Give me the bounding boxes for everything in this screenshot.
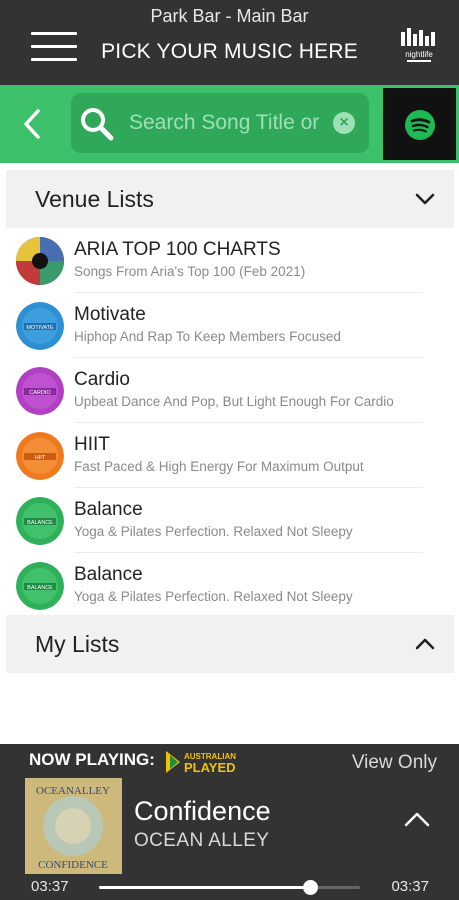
song-title: Confidence — [134, 796, 271, 826]
list-item[interactable]: BALANCE Balance Yoga & Pilates Perfectio… — [0, 488, 459, 553]
search-bar: × — [0, 85, 459, 163]
now-playing-label: NOW PLAYING: — [29, 750, 155, 769]
now-playing-bar: NOW PLAYING: AUSTRALIAN PLAYED View Only… — [0, 744, 459, 900]
venue-lists-header[interactable]: Venue Lists — [6, 170, 454, 228]
playlist-description: Hiphop And Rap To Keep Members Focused — [74, 329, 341, 344]
view-only-label: View Only — [351, 752, 437, 773]
playlist-name: Cardio — [74, 369, 130, 390]
playlist-thumbnail — [16, 237, 64, 285]
chevron-down-icon[interactable] — [414, 190, 436, 208]
search-icon — [79, 106, 115, 142]
list-item[interactable]: BALANCE Balance Yoga & Pilates Perfectio… — [0, 553, 459, 618]
playlist-thumbnail: CARDIO — [16, 367, 64, 415]
page-title: PICK YOUR MUSIC HERE — [101, 40, 358, 63]
search-input[interactable] — [129, 107, 319, 139]
list-item[interactable]: MOTIVATE Motivate Hiphop And Rap To Keep… — [0, 293, 459, 358]
list-item[interactable]: ARIA TOP 100 CHARTS Songs From Aria's To… — [0, 228, 459, 293]
chevron-up-icon[interactable] — [414, 635, 436, 653]
search-box[interactable]: × — [71, 93, 369, 153]
svg-text:BALANCE: BALANCE — [27, 585, 53, 591]
spotify-button[interactable] — [383, 88, 456, 160]
svg-text:BALANCE: BALANCE — [27, 520, 53, 526]
progress-fill — [99, 886, 311, 889]
venue-lists-label: Venue Lists — [35, 186, 154, 212]
playlist-thumbnail: BALANCE — [16, 562, 64, 610]
chevron-up-icon[interactable] — [403, 810, 431, 828]
playlist-description: Songs From Aria's Top 100 (Feb 2021) — [74, 264, 306, 279]
playlist-thumbnail: BALANCE — [16, 497, 64, 545]
playlist-description: Upbeat Dance And Pop, But Light Enough F… — [74, 394, 394, 409]
svg-text:CONFIDENCE: CONFIDENCE — [38, 859, 108, 871]
app-header: Park Bar - Main Bar PICK YOUR MUSIC HERE… — [0, 0, 459, 85]
playlist-thumbnail: MOTIVATE — [16, 302, 64, 350]
elapsed-time: 03:37 — [31, 878, 69, 895]
playlist-thumbnail: HIIT — [16, 432, 64, 480]
clear-icon[interactable]: × — [333, 112, 355, 134]
artist-name: OCEAN ALLEY — [134, 830, 270, 851]
progress-bar[interactable] — [99, 880, 360, 895]
album-art: OCEANALLEY CONFIDENCE — [25, 778, 122, 874]
playlist-name: HIIT — [74, 434, 110, 455]
playlist-description: Yoga & Pilates Perfection. Relaxed Not S… — [74, 589, 353, 604]
back-button[interactable] — [18, 105, 48, 143]
playlist-name: Balance — [74, 499, 143, 520]
playlist-description: Fast Paced & High Energy For Maximum Out… — [74, 459, 364, 474]
australian-played-badge: AUSTRALIAN PLAYED — [166, 749, 250, 775]
playlist-name: Balance — [74, 564, 143, 585]
list-item[interactable]: HIIT HIIT Fast Paced & High Energy For M… — [0, 423, 459, 488]
my-lists-header[interactable]: My Lists — [6, 615, 454, 673]
playlist-description: Yoga & Pilates Perfection. Relaxed Not S… — [74, 524, 353, 539]
nightlife-logo: nightlife — [399, 26, 439, 66]
svg-text:MOTIVATE: MOTIVATE — [26, 325, 54, 331]
svg-text:nightlife: nightlife — [405, 50, 433, 59]
svg-text:OCEANALLEY: OCEANALLEY — [36, 785, 110, 797]
venue-list: ARIA TOP 100 CHARTS Songs From Aria's To… — [0, 228, 459, 618]
playlist-name: ARIA TOP 100 CHARTS — [74, 239, 281, 260]
svg-text:HIIT: HIIT — [35, 455, 46, 461]
spotify-icon — [405, 110, 435, 140]
total-time: 03:37 — [391, 878, 429, 895]
svg-text:CARDIO: CARDIO — [29, 390, 51, 396]
venue-name: Park Bar - Main Bar — [150, 6, 309, 26]
playlist-name: Motivate — [74, 304, 146, 325]
svg-text:PLAYED: PLAYED — [184, 760, 236, 775]
progress-handle[interactable] — [303, 880, 319, 895]
list-item[interactable]: CARDIO Cardio Upbeat Dance And Pop, But … — [0, 358, 459, 423]
my-lists-label: My Lists — [35, 631, 120, 657]
